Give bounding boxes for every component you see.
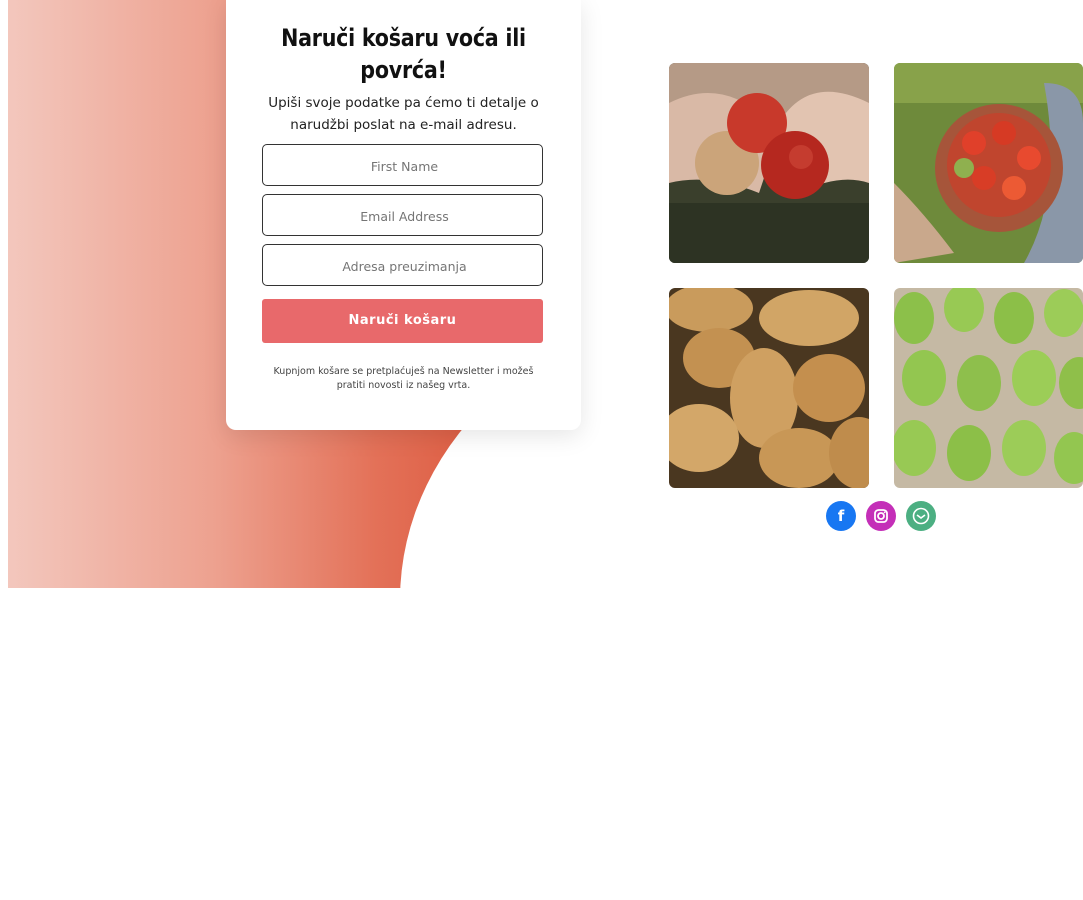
envelope-glyph <box>912 507 930 525</box>
email-input[interactable] <box>263 195 546 237</box>
address-field[interactable] <box>262 244 546 287</box>
email-field[interactable] <box>262 194 546 237</box>
potatoes-photo <box>669 288 869 488</box>
pears-photo <box>894 288 1083 488</box>
first-name-field[interactable] <box>262 144 546 187</box>
newsletter-note-line2: pratiti novosti iz našeg vrta. <box>336 380 471 391</box>
newsletter-note: Kupnjom košare se pretplaćuješ na Newsle… <box>266 365 541 393</box>
form-subtitle: Upiši svoje podatke pa ćemo ti detalje o… <box>266 92 541 136</box>
tomatoes-photo <box>894 63 1083 263</box>
address-input[interactable] <box>263 245 546 287</box>
order-form-card: Naruči košaru voća ili povrća! Upiši svo… <box>226 0 581 430</box>
order-basket-button[interactable]: Naruči košaru <box>262 299 543 343</box>
form-title-line1: Naruči košaru voća ili <box>281 24 526 52</box>
form-title: Naruči košaru voća ili povrća! <box>251 22 556 86</box>
form-title-line2: povrća! <box>360 56 447 84</box>
email-icon[interactable] <box>906 501 936 531</box>
first-name-input[interactable] <box>263 145 546 187</box>
instagram-icon[interactable] <box>866 501 896 531</box>
form-subtitle-line1: Upiši svoje podatke pa ćemo ti detalje o <box>268 95 539 111</box>
apples-photo <box>669 63 869 263</box>
newsletter-note-line1: Kupnjom košare se pretplaćuješ na Newsle… <box>273 366 534 377</box>
instagram-glyph <box>874 509 888 523</box>
form-subtitle-line2: narudžbi poslat na e-mail adresu. <box>290 117 517 133</box>
facebook-icon[interactable]: f <box>826 501 856 531</box>
